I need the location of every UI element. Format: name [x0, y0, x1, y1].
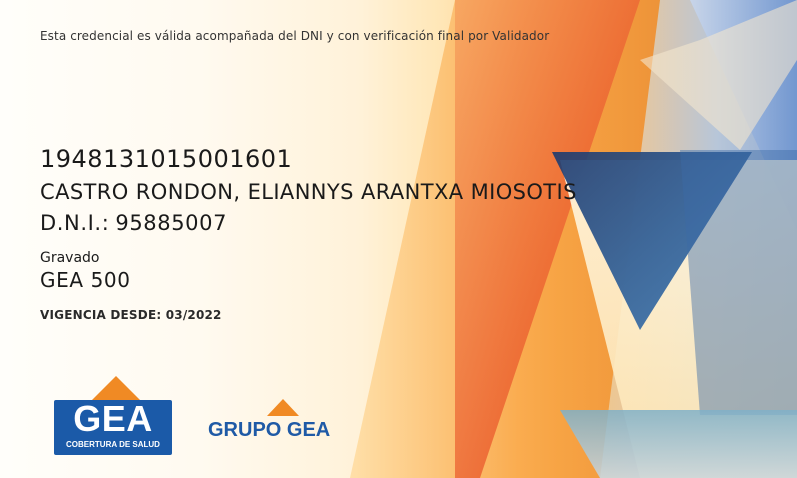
grupo-gea-logo: GRUPO GEA — [208, 399, 358, 444]
plan-value: GEA 500 — [40, 268, 131, 292]
gea-logo-tagline: COBERTURA DE SALUD — [66, 440, 160, 449]
gea-logo: GEA COBERTURA DE SALUD — [54, 376, 172, 456]
plan-label: Gravado — [40, 250, 100, 266]
grupo-gea-logo-word: GRUPO GEA — [208, 419, 331, 441]
holder-name: CASTRO RONDON, ELIANNYS ARANTXA MIOSOTIS — [40, 180, 577, 204]
gea-roof-icon — [92, 376, 140, 400]
member-number: 1948131015001601 — [40, 145, 293, 173]
vigencia-date: VIGENCIA DESDE: 03/2022 — [40, 308, 222, 322]
grupo-gea-roof-icon — [267, 399, 299, 416]
dni-label: D.N.I.: — [40, 211, 110, 235]
validity-notice: Esta credencial es válida acompañada del… — [40, 29, 550, 43]
health-credential-card: Esta credencial es válida acompañada del… — [0, 0, 797, 478]
gea-logo-word: GEA — [73, 398, 153, 439]
dni-value: 95885007 — [115, 211, 228, 235]
dni-line: D.N.I.: 95885007 — [40, 211, 227, 235]
